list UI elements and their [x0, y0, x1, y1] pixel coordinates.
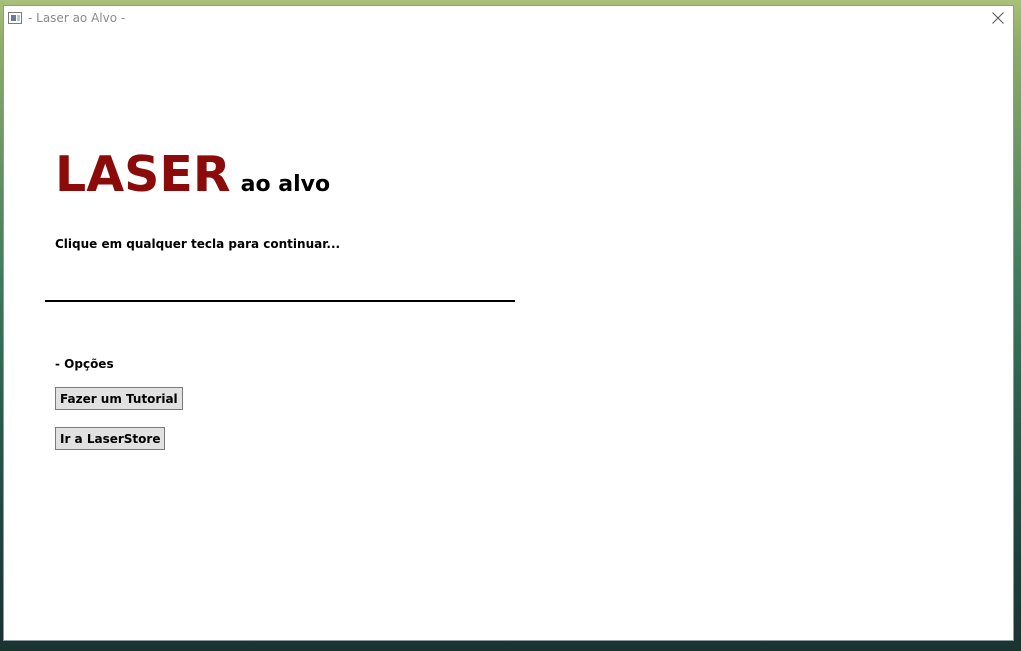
tutorial-button[interactable]: Fazer um Tutorial [55, 387, 183, 410]
brand-title: LASER [55, 146, 231, 203]
brand-heading: LASER ao alvo [55, 146, 330, 203]
window-title: - Laser ao Alvo - [28, 11, 126, 25]
close-button[interactable] [983, 6, 1013, 32]
divider [45, 300, 515, 302]
brand-subtitle: ao alvo [240, 172, 331, 197]
continue-prompt: Clique em qualquer tecla para continuar.… [55, 237, 341, 251]
close-icon [992, 12, 1004, 24]
app-window: - Laser ao Alvo - LASER ao alvo Clique em… [3, 5, 1014, 641]
options-label: - Opções [55, 357, 114, 371]
laserstore-button[interactable]: Ir a LaserStore [55, 427, 166, 450]
title-bar[interactable]: - Laser ao Alvo - [4, 6, 1013, 32]
app-window-icon [8, 12, 22, 24]
